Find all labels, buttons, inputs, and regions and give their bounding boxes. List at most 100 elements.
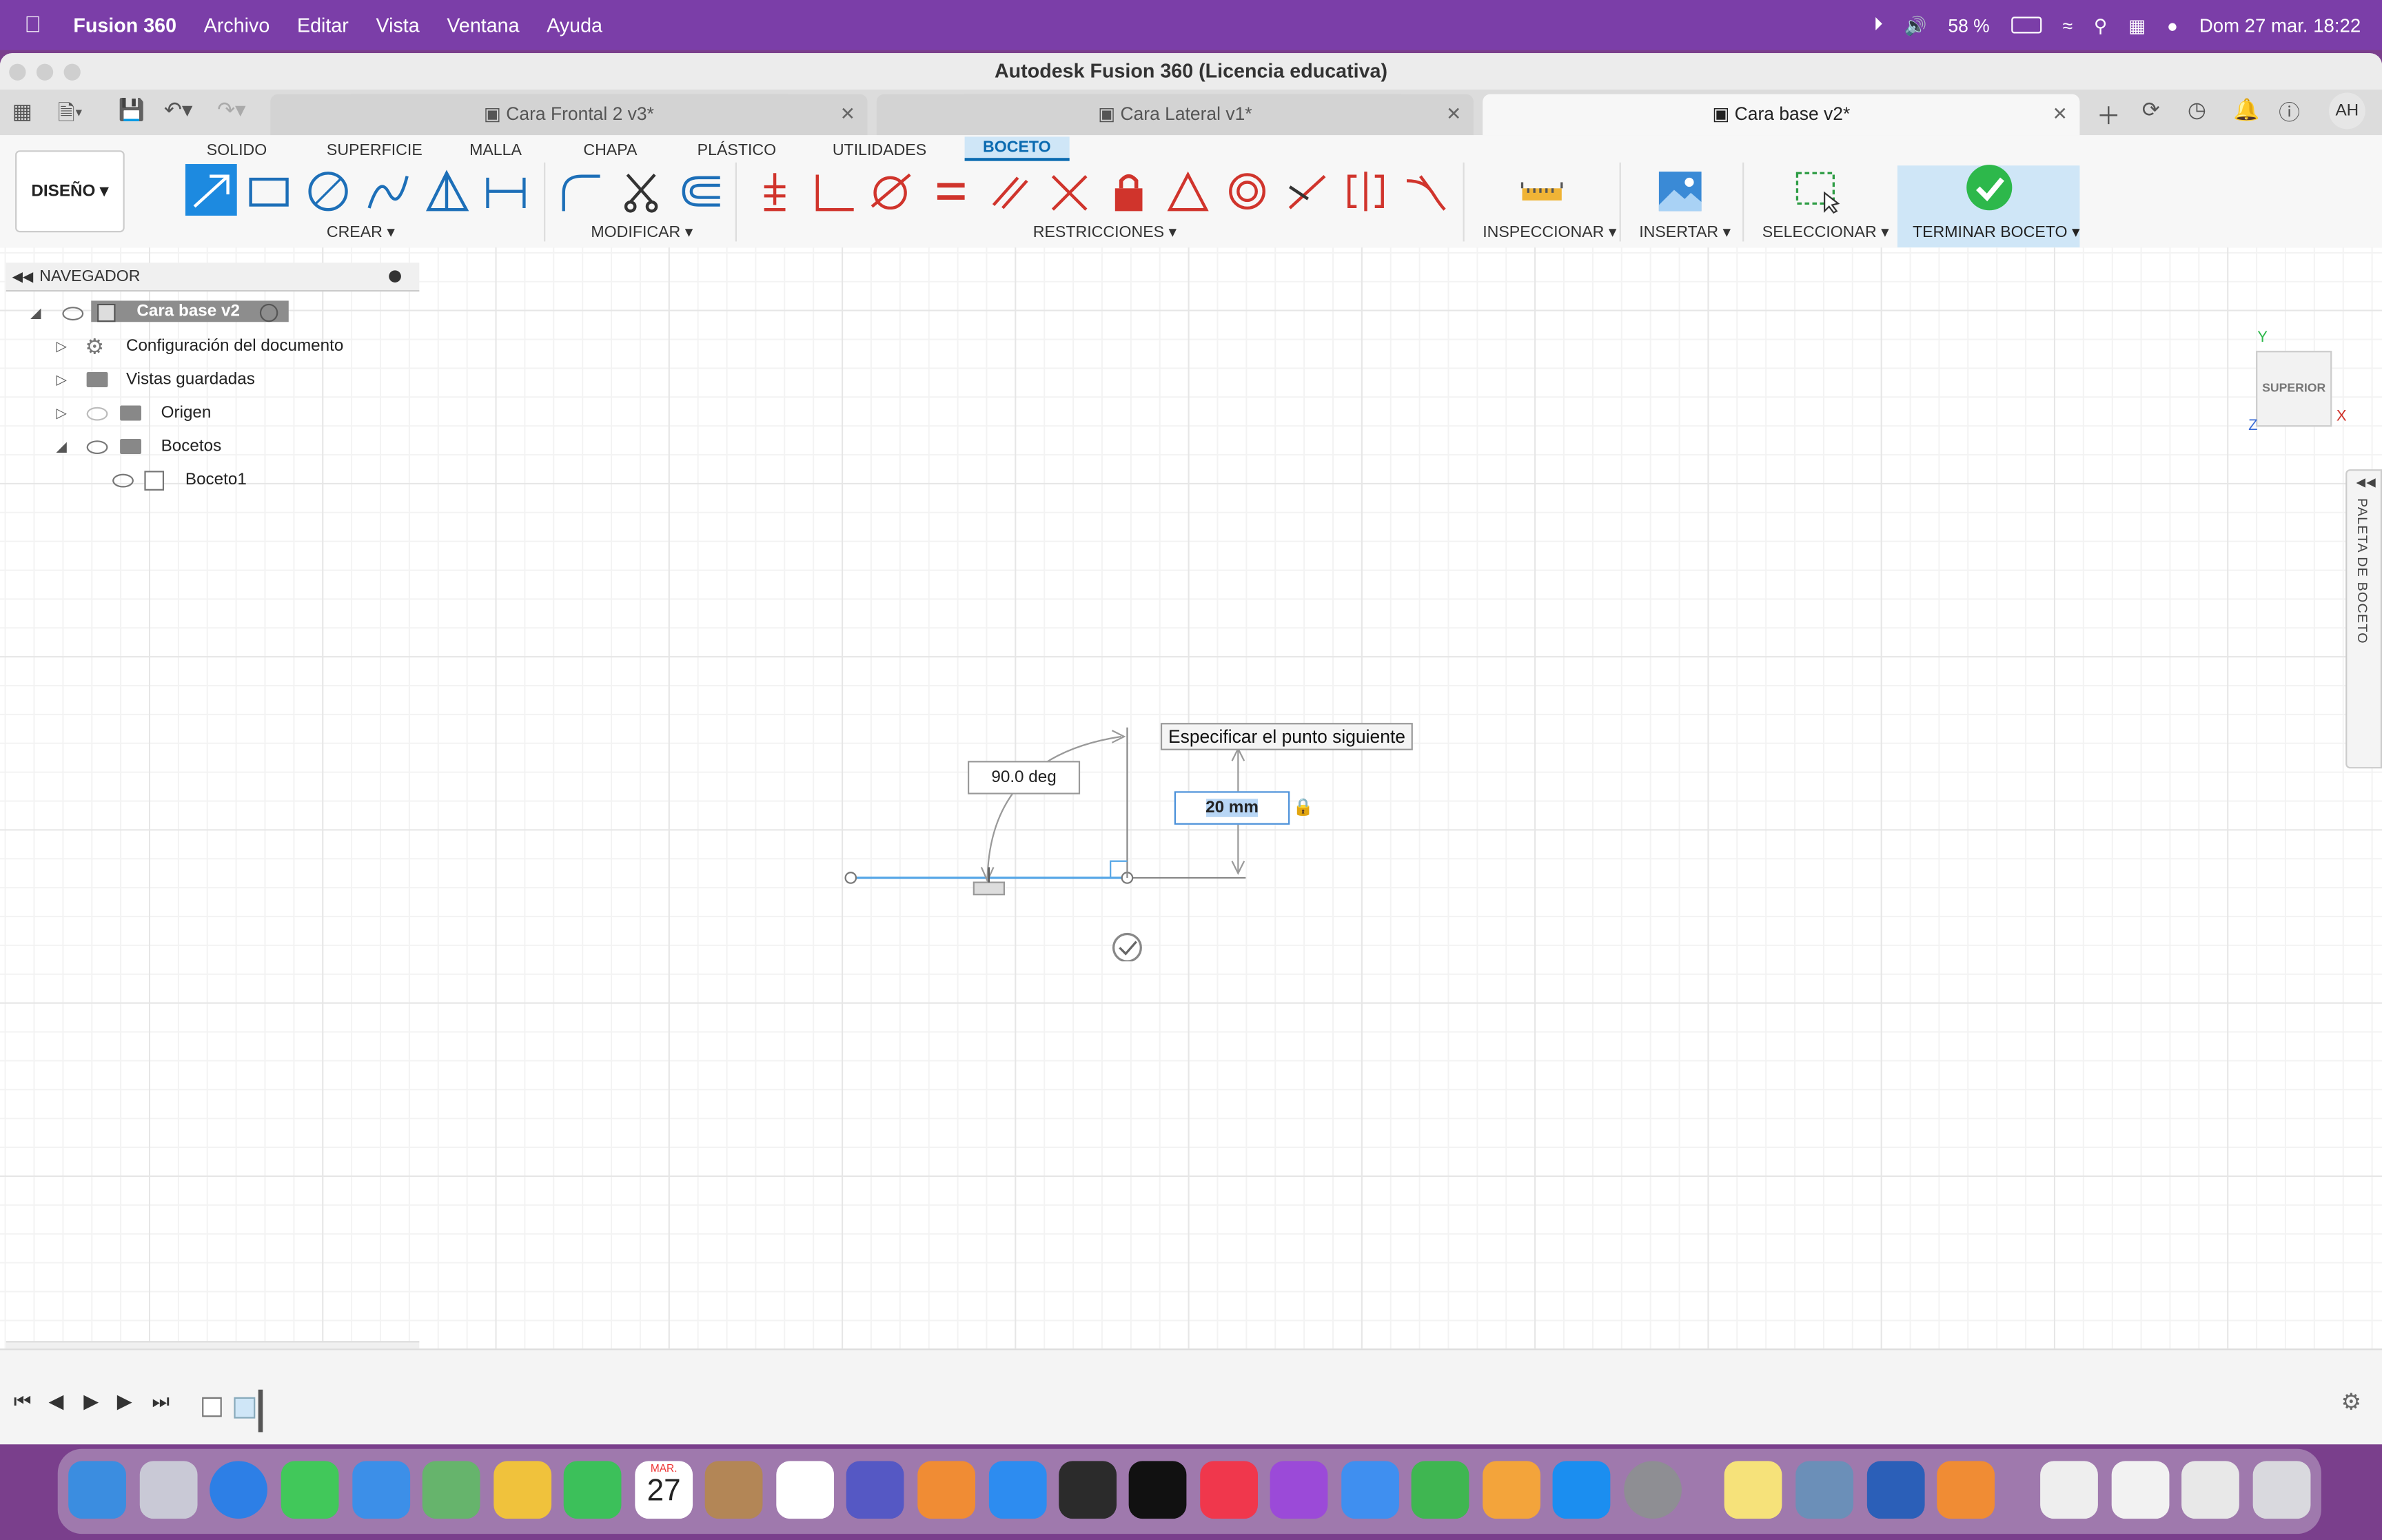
redo-icon[interactable]: ↷▾ bbox=[217, 97, 245, 123]
menu-ventana[interactable]: Ventana bbox=[434, 14, 533, 37]
expand-triangle-icon[interactable]: ▷ bbox=[57, 398, 67, 428]
new-tab-icon[interactable]: ＋ bbox=[2097, 96, 2121, 132]
volume-icon[interactable]: 🔊 bbox=[1904, 14, 1927, 36]
photos-icon[interactable] bbox=[493, 1461, 552, 1519]
downloads-stack-icon[interactable] bbox=[2111, 1461, 2170, 1519]
expand-palette-icon[interactable]: ◀◀ bbox=[2356, 475, 2376, 489]
equal-constraint-icon[interactable] bbox=[928, 169, 974, 214]
close-tab-icon[interactable]: ✕ bbox=[840, 94, 855, 136]
confirm-check-icon[interactable] bbox=[1112, 932, 1142, 962]
lock-icon[interactable]: 🔒 bbox=[1293, 797, 1314, 817]
undo-icon[interactable]: ↶▾ bbox=[164, 97, 192, 123]
tab-cara-base[interactable]: ▣ Cara base v2* ✕ bbox=[1483, 94, 2080, 136]
sketch-point[interactable] bbox=[844, 872, 857, 884]
close-tab-icon[interactable]: ✕ bbox=[1446, 94, 1461, 136]
play-status-icon[interactable]: ⏵ bbox=[1873, 14, 1882, 37]
perpendicular-constraint-icon[interactable] bbox=[1047, 169, 1092, 214]
calendar-icon[interactable]: MAR. 27 bbox=[635, 1461, 693, 1519]
activate-radio-icon[interactable] bbox=[259, 303, 278, 322]
close-tab-icon[interactable]: ✕ bbox=[2053, 94, 2068, 136]
hidden-eye-icon[interactable] bbox=[86, 407, 108, 421]
zoom-window-button[interactable] bbox=[63, 63, 81, 81]
data-panel-grid-icon[interactable]: ▦ bbox=[12, 99, 32, 124]
horizontal-vertical-constraint-icon[interactable] bbox=[752, 169, 797, 214]
fix-constraint-icon[interactable] bbox=[1106, 169, 1152, 214]
viewport-canvas[interactable]: ◀◀ NAVEGADOR ◢ Cara base v2 ▷ ⚙ Configur… bbox=[0, 247, 2382, 1420]
workspace-switcher[interactable]: DISEÑO ▾ bbox=[15, 150, 125, 233]
fusion360-icon[interactable] bbox=[917, 1461, 976, 1519]
notes-icon[interactable] bbox=[1724, 1461, 1782, 1519]
zoom-app-icon[interactable] bbox=[988, 1461, 1047, 1519]
spotlight-icon[interactable]: ⚲ bbox=[2094, 14, 2107, 36]
help-icon[interactable]: ⓘ bbox=[2279, 97, 2300, 127]
maps-icon[interactable] bbox=[422, 1461, 480, 1519]
visibility-eye-icon[interactable] bbox=[62, 307, 84, 321]
user-avatar[interactable]: AH bbox=[2328, 92, 2365, 130]
timeline-settings-gear-icon[interactable]: ⚙ bbox=[2341, 1388, 2362, 1415]
fillet-tool-icon[interactable] bbox=[558, 169, 603, 214]
safari-icon[interactable] bbox=[210, 1461, 267, 1519]
dimension-tool-icon[interactable] bbox=[483, 169, 529, 214]
length-input[interactable]: 20 mm bbox=[1174, 791, 1290, 825]
finish-sketch-button[interactable]: TERMINAR BOCETO ▾ bbox=[1897, 165, 2080, 248]
launchpad-icon[interactable] bbox=[139, 1461, 198, 1519]
visibility-eye-icon[interactable] bbox=[86, 440, 108, 455]
apple-icon[interactable]:  bbox=[0, 12, 55, 38]
go-to-end-icon[interactable]: ⏭ bbox=[152, 1390, 170, 1414]
control-center-icon[interactable]: ▦ bbox=[2128, 14, 2146, 36]
polygon-tool-icon[interactable] bbox=[424, 169, 469, 214]
tab-utilidades[interactable]: UTILIDADES bbox=[833, 141, 926, 159]
play-icon[interactable]: ▶ bbox=[83, 1390, 99, 1414]
collapse-panel-icon[interactable]: ◀◀ bbox=[12, 263, 34, 290]
expand-triangle-icon[interactable]: ▷ bbox=[57, 331, 67, 361]
step-forward-icon[interactable]: ▶ bbox=[117, 1390, 132, 1414]
step-back-icon[interactable]: ◀ bbox=[49, 1390, 64, 1414]
preview-icon[interactable] bbox=[1795, 1461, 1854, 1519]
fusion360-recent-icon[interactable] bbox=[1937, 1461, 1995, 1519]
menubar-clock[interactable]: Dom 27 mar. 18:22 bbox=[2199, 14, 2361, 36]
extensions-icon[interactable]: ⟳ bbox=[2142, 97, 2160, 123]
inspeccionar-dropdown[interactable]: INSPECCIONAR ▾ bbox=[1483, 223, 1616, 241]
timeline-item-icon[interactable] bbox=[234, 1397, 256, 1419]
document-stack-icon[interactable] bbox=[2040, 1461, 2098, 1519]
messages-icon[interactable] bbox=[281, 1461, 339, 1519]
insertar-dropdown[interactable]: INSERTAR ▾ bbox=[1639, 223, 1731, 241]
music-icon[interactable] bbox=[1200, 1461, 1258, 1519]
angle-input[interactable]: 90.0 deg bbox=[968, 761, 1081, 794]
collinear-constraint-icon[interactable] bbox=[1283, 169, 1329, 214]
parallel-constraint-icon[interactable] bbox=[988, 169, 1033, 214]
browser-root-row[interactable]: ◢ Cara base v2 bbox=[6, 298, 420, 328]
timeline-marker[interactable] bbox=[258, 1389, 263, 1433]
menu-editar[interactable]: Editar bbox=[283, 14, 363, 37]
contacts-icon[interactable] bbox=[704, 1461, 763, 1519]
documents-stack-icon[interactable] bbox=[2181, 1461, 2239, 1519]
mail-icon[interactable] bbox=[352, 1461, 411, 1519]
tab-solido[interactable]: SOLIDO bbox=[207, 141, 267, 159]
tangent-constraint-icon[interactable] bbox=[868, 169, 913, 214]
numbers-icon[interactable] bbox=[1411, 1461, 1469, 1519]
go-to-start-icon[interactable]: ⏮ bbox=[14, 1390, 32, 1414]
menu-archivo[interactable]: Archivo bbox=[190, 14, 283, 37]
arc-tool-icon[interactable] bbox=[365, 169, 410, 214]
system-preferences-icon[interactable] bbox=[1624, 1461, 1682, 1519]
trash-icon[interactable] bbox=[2252, 1461, 2311, 1519]
notifications-icon[interactable]: 🔔 bbox=[2233, 97, 2259, 123]
wifi-icon[interactable]: ≈ bbox=[2063, 14, 2073, 36]
job-status-icon[interactable]: ◷ bbox=[2188, 97, 2206, 123]
minimize-window-button[interactable] bbox=[36, 63, 54, 81]
reminders-icon[interactable] bbox=[776, 1461, 835, 1519]
pages-icon[interactable] bbox=[1483, 1461, 1540, 1519]
teams-icon[interactable] bbox=[846, 1461, 904, 1519]
battery-percent[interactable]: 58 % bbox=[1948, 14, 1989, 36]
collapse-triangle-icon[interactable]: ◢ bbox=[57, 431, 67, 462]
concentric-constraint-icon[interactable] bbox=[1225, 169, 1270, 214]
tab-superficie[interactable]: SUPERFICIE bbox=[327, 141, 423, 159]
tab-cara-lateral[interactable]: ▣ Cara Lateral v1* ✕ bbox=[876, 94, 1474, 136]
tab-chapa[interactable]: CHAPA bbox=[583, 141, 637, 159]
keynote-icon[interactable] bbox=[1341, 1461, 1399, 1519]
trim-tool-icon[interactable] bbox=[618, 169, 664, 214]
tab-boceto[interactable]: BOCETO bbox=[964, 136, 1070, 161]
app-store-icon[interactable] bbox=[1552, 1461, 1611, 1519]
seleccionar-dropdown[interactable]: SELECCIONAR ▾ bbox=[1762, 223, 1889, 241]
close-window-button[interactable] bbox=[9, 63, 26, 81]
